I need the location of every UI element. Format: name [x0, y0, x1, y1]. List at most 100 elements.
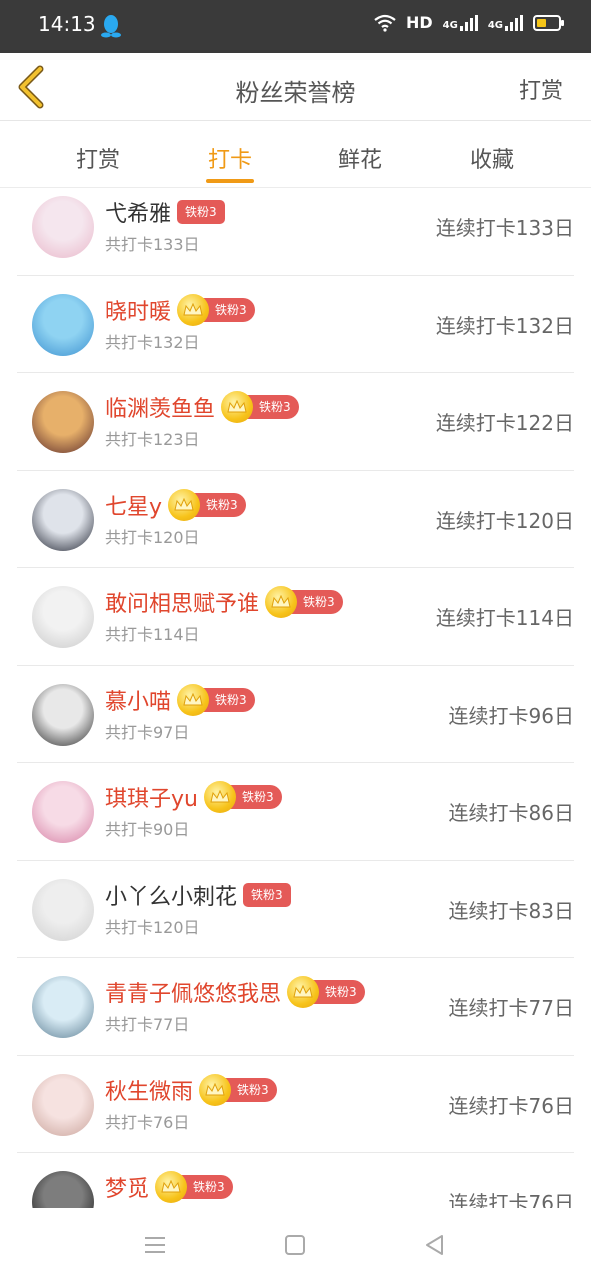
vip-crown — [203, 781, 236, 813]
total-checkin: 共打卡133日 — [105, 235, 200, 254]
fan-list[interactable]: 弋希雅 铁粉3 共打卡133日 连续打卡133日 晓时暖 铁粉3 共打卡132日 连续打卡13… — [0, 189, 591, 1208]
fan-badge: 铁粉3 — [203, 781, 282, 813]
avatar[interactable] — [32, 683, 94, 746]
fan-level-badge: 铁粉3 — [311, 980, 365, 1004]
fan-name[interactable]: 青青子佩悠悠我思 — [105, 976, 281, 1008]
total-checkin: 共打卡90日 — [105, 820, 190, 839]
crown-icon — [271, 595, 291, 608]
fan-name[interactable]: 敢问相思赋予谁 — [105, 586, 259, 618]
signal-bars-icon — [505, 14, 523, 31]
network-type-1: 4G — [442, 19, 458, 31]
fan-name[interactable]: 秋生微雨 — [105, 1074, 193, 1106]
fan-row[interactable]: 琪琪子yu 铁粉3 共打卡90日 连续打卡86日 — [17, 763, 574, 861]
name-line: 晓时暖 铁粉3 — [105, 293, 255, 326]
total-checkin: 共打卡120日 — [105, 917, 200, 937]
avatar[interactable] — [32, 488, 94, 551]
name-line: 慕小喵 铁粉3 — [105, 683, 255, 716]
total-checkin: 共打卡123日 — [105, 430, 200, 449]
streak-checkin: 连续打卡76日 — [448, 1093, 574, 1118]
streak-checkin: 连续打卡122日 — [435, 411, 574, 435]
fan-row[interactable]: 七星y 铁粉3 共打卡120日 连续打卡120日 — [17, 471, 574, 568]
name-line: 青青子佩悠悠我思 铁粉3 — [105, 976, 365, 1008]
fan-badge: 铁粉3 — [177, 200, 225, 224]
fan-row[interactable]: 秋生微雨 铁粉3 共打卡76日 连续打卡76日 — [17, 1056, 574, 1153]
name-line: 梦觅 铁粉3 — [105, 1171, 233, 1203]
total-checkin: 共打卡120日 — [105, 527, 200, 547]
fan-row[interactable]: 梦觅 铁粉3 连续打卡76日 — [17, 1153, 574, 1208]
wifi-icon — [374, 14, 396, 32]
avatar[interactable] — [32, 976, 94, 1038]
fan-name[interactable]: 弋希雅 — [105, 196, 171, 228]
fan-row[interactable]: 临渊羡鱼鱼 铁粉3 共打卡123日 连续打卡122日 — [17, 373, 574, 471]
fan-level-badge: 铁粉3 — [177, 200, 225, 224]
avatar[interactable] — [32, 391, 94, 453]
page-title: 粉丝荣誉榜 — [235, 79, 356, 107]
fan-level-badge: 铁粉3 — [201, 687, 255, 712]
name-line: 敢问相思赋予谁 铁粉3 — [105, 586, 343, 618]
name-line: 琪琪子yu 铁粉3 — [105, 781, 282, 813]
reward-button[interactable]: 打赏 — [519, 73, 563, 105]
avatar[interactable] — [32, 293, 94, 356]
fan-badge: 铁粉3 — [155, 1171, 233, 1203]
name-line: 七星y 铁粉3 — [105, 488, 246, 521]
menu-icon[interactable] — [142, 1232, 168, 1258]
fan-name[interactable]: 小丫么小刺花 — [105, 879, 237, 911]
fan-name[interactable]: 梦觅 — [105, 1171, 149, 1203]
fan-row[interactable]: 弋希雅 铁粉3 共打卡133日 连续打卡133日 — [17, 189, 574, 276]
avatar[interactable] — [32, 1073, 94, 1136]
fan-list-content: 弋希雅 铁粉3 共打卡133日 连续打卡133日 晓时暖 铁粉3 共打卡132日 连续打卡13… — [0, 189, 591, 1208]
fan-level-badge: 铁粉3 — [201, 297, 255, 322]
home-icon[interactable] — [282, 1232, 308, 1258]
vip-crown — [168, 488, 201, 521]
fan-name[interactable]: 慕小喵 — [105, 684, 171, 716]
signal-1: 4G — [442, 14, 478, 31]
fan-name[interactable]: 七星y — [105, 489, 162, 521]
avatar[interactable] — [32, 586, 94, 648]
vip-crown — [199, 1073, 232, 1106]
tab-flowers[interactable]: 鲜花 — [320, 142, 400, 174]
fan-badge: 铁粉3 — [287, 976, 365, 1008]
tab-favorites[interactable]: 收藏 — [452, 142, 532, 174]
total-checkin: 共打卡114日 — [105, 625, 200, 644]
fan-badge: 铁粉3 — [168, 488, 246, 521]
battery-icon — [533, 14, 564, 31]
fan-name[interactable]: 临渊羡鱼鱼 — [105, 391, 215, 423]
vip-crown — [287, 976, 320, 1008]
avatar[interactable] — [32, 878, 94, 941]
fan-row[interactable]: 小丫么小刺花 铁粉3 共打卡120日 连续打卡83日 — [17, 861, 574, 958]
name-line: 弋希雅 铁粉3 — [105, 197, 225, 227]
vip-crown — [265, 586, 298, 618]
total-checkin: 共打卡77日 — [105, 1015, 190, 1034]
fan-row[interactable]: 晓时暖 铁粉3 共打卡132日 连续打卡132日 — [17, 276, 574, 373]
fan-name[interactable]: 琪琪子yu — [105, 781, 198, 813]
name-line: 秋生微雨 铁粉3 — [105, 1073, 277, 1106]
crown-icon — [227, 400, 247, 413]
network-type-2: 4G — [487, 19, 503, 31]
crown-icon — [161, 1180, 181, 1193]
vip-crown — [221, 391, 254, 423]
fan-row[interactable]: 青青子佩悠悠我思 铁粉3 共打卡77日 连续打卡77日 — [17, 958, 574, 1056]
hd-indicator: HD — [405, 13, 433, 32]
fan-badge: 铁粉3 — [177, 293, 255, 326]
avatar[interactable] — [32, 1171, 94, 1208]
streak-checkin: 连续打卡96日 — [448, 703, 574, 728]
avatar[interactable] — [32, 781, 94, 843]
tab-reward[interactable]: 打赏 — [58, 142, 138, 174]
fan-row[interactable]: 敢问相思赋予谁 铁粉3 共打卡114日 连续打卡114日 — [17, 568, 574, 666]
signal-2: 4G — [487, 14, 523, 31]
vip-crown — [177, 683, 210, 716]
total-checkin: 共打卡132日 — [105, 332, 200, 352]
streak-checkin: 连续打卡83日 — [448, 898, 574, 923]
fan-row[interactable]: 慕小喵 铁粉3 共打卡97日 连续打卡96日 — [17, 666, 574, 763]
tab-checkin[interactable]: 打卡 — [190, 142, 270, 174]
fan-badge: 铁粉3 — [177, 683, 255, 716]
fan-name[interactable]: 晓时暖 — [105, 294, 171, 326]
fan-badge: 铁粉3 — [199, 1073, 277, 1106]
avatar[interactable] — [32, 196, 94, 258]
crown-icon — [183, 692, 203, 705]
name-line: 临渊羡鱼鱼 铁粉3 — [105, 391, 299, 423]
back-triangle-icon[interactable] — [422, 1232, 448, 1258]
fan-badge: 铁粉3 — [221, 391, 299, 423]
fan-level-badge: 铁粉3 — [243, 882, 291, 907]
crown-icon — [210, 790, 230, 803]
